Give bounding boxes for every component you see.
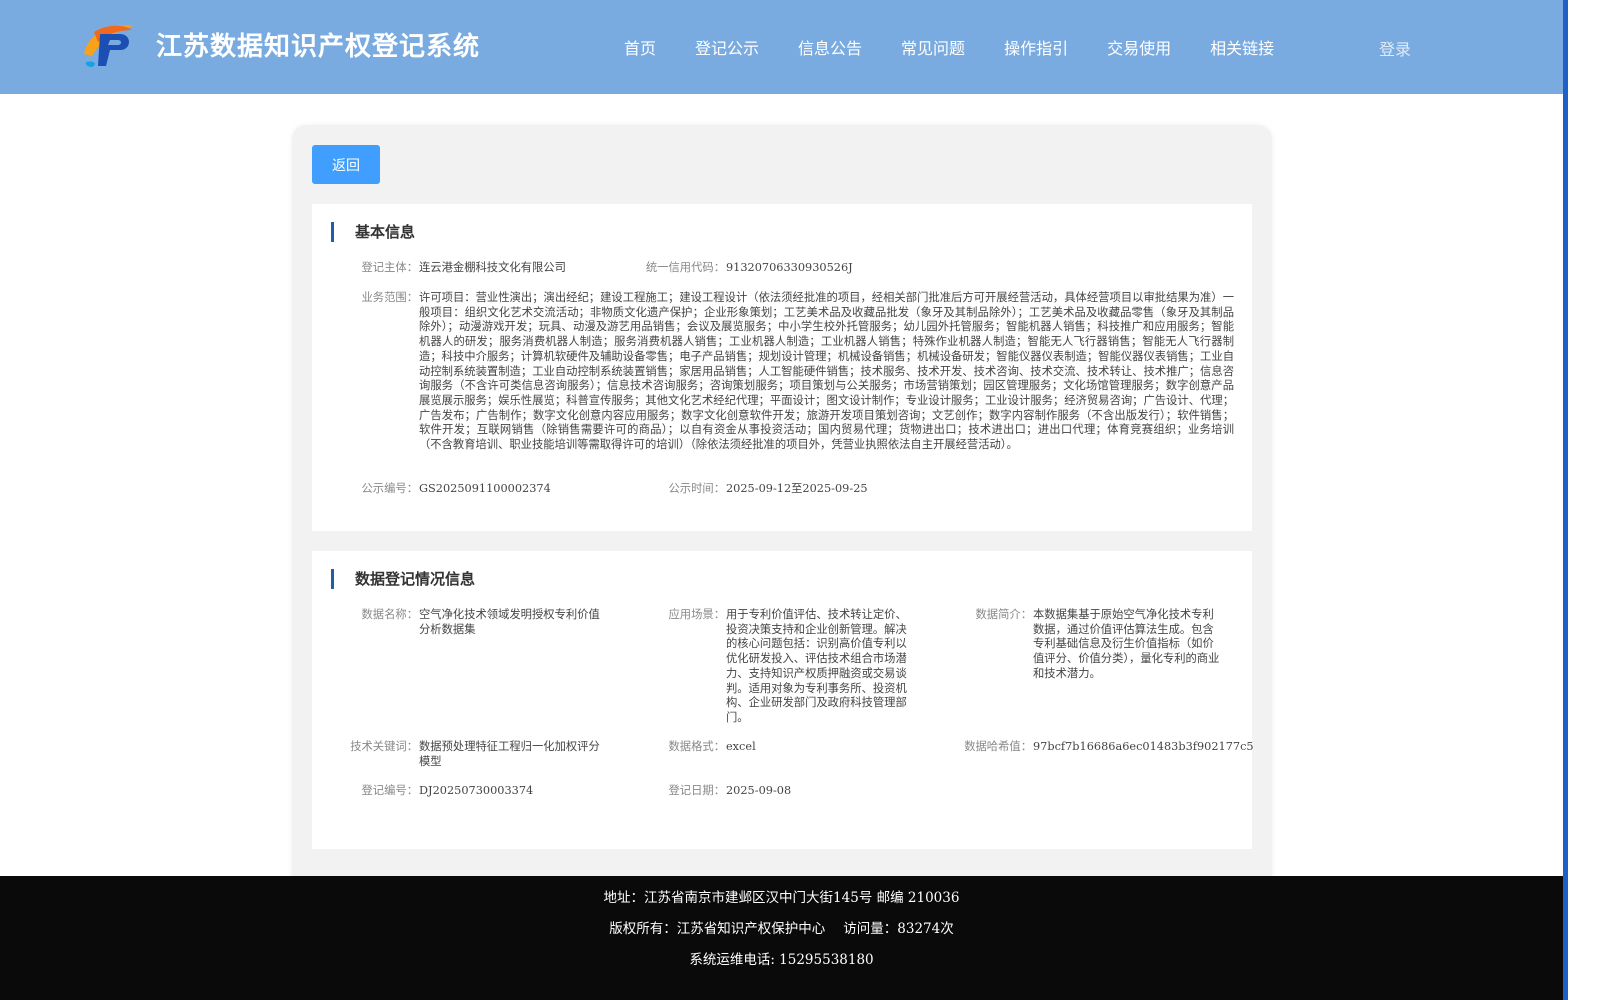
basic-info-title: 基本信息: [331, 222, 415, 242]
business-scope-label: 业务范围：: [361, 291, 419, 304]
site-footer: 地址：江苏省南京市建邺区汉中门大街145号 邮编 210036 版权所有：江苏省…: [0, 876, 1563, 1000]
data-registration-panel: 数据登记情况信息 数据名称： 空气净化技术领域发明授权专利价值分析数据集 应用场…: [312, 551, 1254, 849]
scrollbar-track[interactable]: [1563, 0, 1600, 1000]
registration-date-label: 登记日期：: [668, 784, 726, 797]
publicity-time-value: 2025-09-12至2025-09-25: [726, 482, 868, 495]
data-registration-title: 数据登记情况信息: [331, 569, 475, 589]
credit-code-value: 91320706330930526J: [726, 261, 853, 274]
nav-transaction-use[interactable]: 交易使用: [1107, 35, 1171, 59]
publicity-time-label: 公示时间：: [668, 482, 726, 495]
footer-copyright: 版权所有：江苏省知识产权保护中心: [609, 921, 826, 937]
application-scene-value: 用于专利价值评估、技术转让定价、投资决策支持和企业创新管理。解决的核心问题包括：…: [726, 608, 907, 724]
nav-announcements[interactable]: 信息公告: [798, 35, 862, 59]
nav-registration-publicity[interactable]: 登记公示: [695, 35, 759, 59]
data-intro-value: 本数据集基于原始空气净化技术专利数据，通过价值评估算法生成。包含专利基础信息及衍…: [1033, 608, 1220, 680]
data-name-label: 数据名称：: [361, 608, 419, 621]
registration-date-value: 2025-09-08: [726, 784, 792, 797]
footer-address: 地址：江苏省南京市建邺区汉中门大街145号 邮编 210036: [603, 890, 960, 906]
application-scene-label: 应用场景：: [668, 608, 726, 621]
footer-visit-count: 访问量：83274次: [843, 921, 954, 937]
footer-hotline: 系统运维电话: 15295538180: [689, 952, 874, 968]
login-link[interactable]: 登录: [1379, 36, 1411, 60]
site-header: 江苏数据知识产权登记系统 首页 登记公示 信息公告 常见问题 操作指引 交易使用…: [0, 0, 1563, 94]
publicity-number-label: 公示编号：: [361, 482, 419, 495]
tech-keywords-value: 数据预处理特征工程归一化加权评分模型: [419, 740, 600, 768]
data-format-label: 数据格式：: [668, 740, 726, 753]
data-hash-value: 97bcf7b16686a6ec01483b3f902177c5: [1033, 740, 1254, 753]
registration-number-value: DJ20250730003374: [419, 784, 534, 797]
data-name-value: 空气净化技术领域发明授权专利价值分析数据集: [419, 608, 600, 636]
detail-card: 返回 基本信息 登记主体： 连云港金棚科技文化有限公司 统一信用代码： 9132…: [292, 125, 1272, 925]
data-intro-label: 数据简介：: [975, 608, 1033, 621]
nav-faq[interactable]: 常见问题: [901, 35, 965, 59]
scrollbar-thumb[interactable]: [1563, 0, 1568, 1000]
site-title: 江苏数据知识产权登记系统: [156, 32, 481, 62]
tech-keywords-label: 技术关键词：: [350, 740, 418, 753]
back-button[interactable]: 返回: [312, 145, 380, 184]
publicity-number-value: GS2025091100002374: [419, 482, 551, 495]
entity-value: 连云港金棚科技文化有限公司: [419, 261, 566, 274]
nav-operation-guide[interactable]: 操作指引: [1004, 35, 1068, 59]
nav-home[interactable]: 首页: [624, 35, 656, 59]
credit-code-label: 统一信用代码：: [645, 261, 725, 274]
registration-number-label: 登记编号：: [361, 784, 419, 797]
footer-copyright-line: 版权所有：江苏省知识产权保护中心 访问量：83274次: [0, 917, 1563, 937]
main-nav: 首页 登记公示 信息公告 常见问题 操作指引 交易使用 相关链接: [624, 35, 1313, 59]
site-logo-icon[interactable]: [80, 20, 136, 68]
data-hash-label: 数据哈希值：: [964, 740, 1032, 753]
nav-related-links[interactable]: 相关链接: [1210, 35, 1274, 59]
entity-label: 登记主体：: [361, 261, 419, 274]
basic-info-panel: 基本信息 登记主体： 连云港金棚科技文化有限公司 统一信用代码： 9132070…: [312, 204, 1252, 531]
data-format-value: excel: [726, 740, 756, 753]
business-scope-value: 许可项目：营业性演出；演出经纪；建设工程施工；建设工程设计（依法须经批准的项目，…: [419, 291, 1234, 452]
